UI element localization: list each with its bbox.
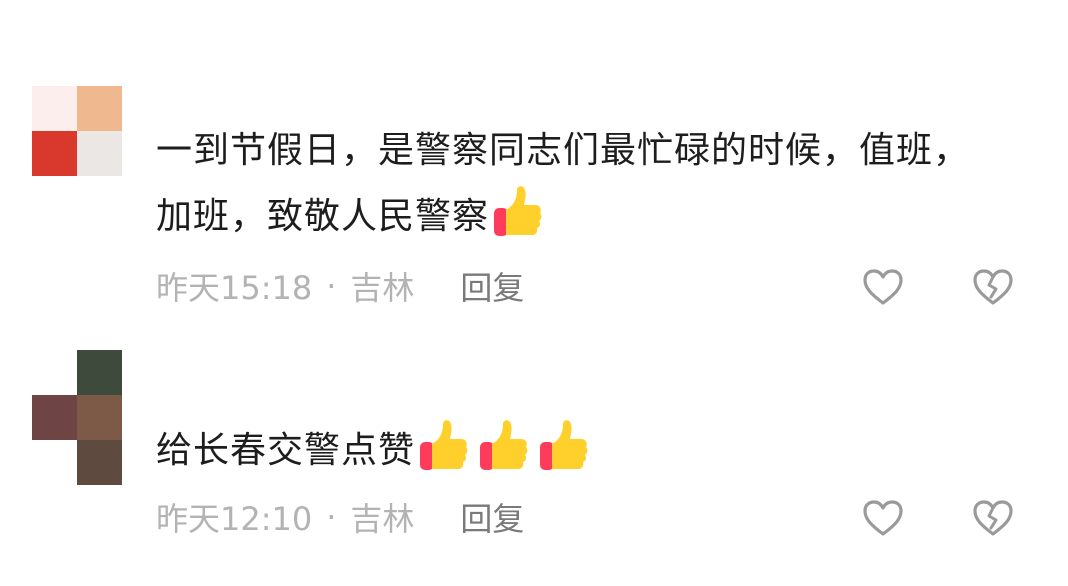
comment-time: 昨天15:18 xyxy=(156,269,313,307)
comment-text-content: 给长春交警点赞 xyxy=(156,430,416,471)
dislike-button[interactable] xyxy=(970,497,1016,539)
comment-meta: 昨天12:10 · 吉林 回复 xyxy=(156,494,524,540)
like-button[interactable] xyxy=(860,497,906,539)
comment-text-content: 一到节假日，是警察同志们最忙碌的时候，值班，加班，致敬人民警察 xyxy=(156,130,971,237)
comment-meta: 昨天15:18 · 吉林 回复 xyxy=(156,263,524,309)
heart-outline-icon xyxy=(863,269,903,305)
broken-heart-outline-icon xyxy=(973,269,1013,305)
meta-separator: · xyxy=(326,498,337,536)
comment-time: 昨天12:10 xyxy=(156,500,313,538)
dislike-button[interactable] xyxy=(970,266,1016,308)
like-button[interactable] xyxy=(860,266,906,308)
thumbs-up-emoji xyxy=(540,420,588,470)
reply-button[interactable]: 回复 xyxy=(460,494,524,540)
avatar[interactable] xyxy=(32,86,122,176)
comment-location: 吉林 xyxy=(350,269,415,307)
meta-separator: · xyxy=(326,267,337,305)
comment-text: 给长春交警点赞 xyxy=(156,418,1006,484)
comment-location: 吉林 xyxy=(350,500,415,538)
heart-outline-icon xyxy=(863,500,903,536)
thumbs-up-emoji xyxy=(480,420,528,470)
thumbs-up-emoji xyxy=(420,420,468,470)
broken-heart-outline-icon xyxy=(973,500,1013,536)
avatar[interactable] xyxy=(32,350,122,485)
comment-text: 一到节假日，是警察同志们最忙碌的时候，值班，加班，致敬人民警察 xyxy=(156,118,1006,250)
thumbs-up-emoji xyxy=(494,186,542,236)
reply-button[interactable]: 回复 xyxy=(460,263,524,309)
